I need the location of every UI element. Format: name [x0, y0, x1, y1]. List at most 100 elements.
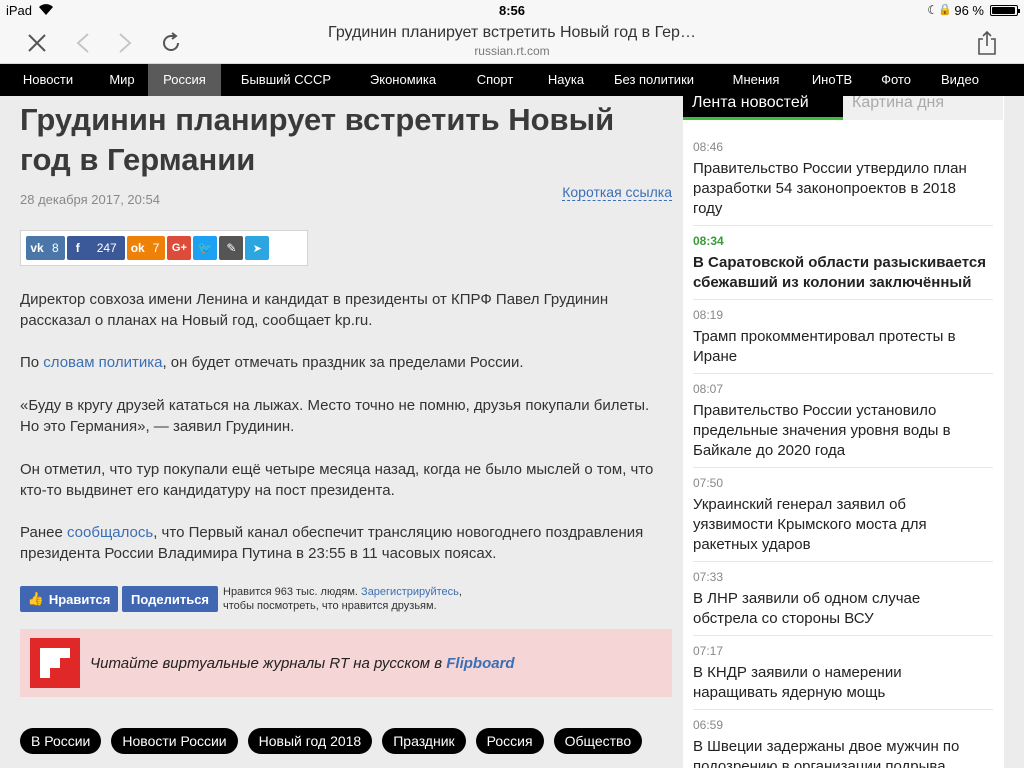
ok-count: 7	[152, 241, 160, 255]
news-title: В Швеции задержаны двое мужчин по подозр…	[693, 738, 960, 768]
menu-item-ussr[interactable]: Бывший СССР	[221, 64, 351, 96]
news-item[interactable]: 08:07 Правительство России установило пр…	[693, 382, 988, 461]
news-title: В ЛНР заявили об одном случае обстрела с…	[693, 590, 921, 627]
share-icon[interactable]	[972, 28, 1002, 58]
news-time: 08:46	[693, 140, 724, 154]
thumbs-up-icon: 👍	[27, 591, 44, 606]
news-sidebar: Лента новостей Картина дня 08:46 Правите…	[683, 95, 1004, 768]
page-host: russian.rt.com	[474, 44, 550, 58]
news-item[interactable]: 07:17 В КНДР заявили о намерении наращив…	[693, 644, 988, 703]
divider	[693, 709, 993, 710]
facebook-like-button[interactable]: 👍 Нравится	[20, 586, 118, 612]
news-item[interactable]: 07:50 Украинский генерал заявил об уязви…	[693, 476, 988, 555]
menu-item-opinions[interactable]: Мнения	[711, 64, 801, 96]
tag[interactable]: Новости России	[111, 728, 238, 754]
short-link[interactable]: Короткая ссылка	[562, 184, 672, 201]
news-item[interactable]: 07:33 В ЛНР заявили об одном случае обст…	[693, 570, 988, 629]
divider	[693, 467, 993, 468]
battery-icon	[990, 5, 1020, 16]
main-menu: Новости Мир Россия Бывший СССР Экономика…	[0, 64, 1024, 96]
tag[interactable]: Общество	[553, 728, 643, 754]
news-title: Правительство России установило предельн…	[693, 402, 951, 459]
flipboard-banner[interactable]: Читайте виртуальные журналы RT на русско…	[20, 629, 672, 697]
news-time: 07:33	[693, 570, 724, 584]
divider	[693, 635, 993, 636]
divider	[693, 373, 993, 374]
telegram-icon: ➤	[252, 242, 263, 255]
reported-link[interactable]: сообщалось	[67, 524, 153, 541]
news-item[interactable]: 08:34 В Саратовской области разыскиваетс…	[693, 234, 988, 293]
flipboard-text: Читайте виртуальные журналы RT на русско…	[90, 655, 515, 672]
moon-icon: ☾	[927, 3, 938, 17]
facebook-share-button[interactable]: Поделиться	[122, 586, 218, 612]
share-facebook-button[interactable]: f 247	[66, 236, 125, 260]
news-time: 08:19	[693, 308, 724, 322]
tag[interactable]: Новый год 2018	[247, 728, 373, 754]
news-title: Украинский генерал заявил об уязвимости …	[693, 496, 927, 553]
tab-picture-of-day[interactable]: Картина дня	[843, 95, 1003, 120]
menu-item-sport[interactable]: Спорт	[455, 64, 535, 96]
menu-item-science[interactable]: Наука	[535, 64, 597, 96]
menu-item-inotv[interactable]: ИноТВ	[801, 64, 863, 96]
text: , он будет отмечать праздник за пределам…	[162, 354, 524, 371]
news-title: Правительство России утвердило план разр…	[693, 160, 967, 217]
browser-toolbar: Грудинин планирует встретить Новый год в…	[0, 20, 1024, 64]
flipboard-logo-icon	[30, 638, 80, 688]
odnoklassniki-icon: ok	[130, 241, 145, 255]
divider	[693, 225, 993, 226]
menu-item-no-politics[interactable]: Без политики	[597, 64, 711, 96]
article-paragraph: Ранее сообщалось, что Первый канал обесп…	[20, 522, 670, 564]
politician-words-link[interactable]: словам политика	[43, 354, 162, 371]
share-buttons: vk 8 f 247 ok 7 G+ 🐦 ✎ ➤	[20, 230, 308, 266]
clock: 8:56	[498, 3, 526, 18]
article-paragraph: Он отметил, что тур покупали ещё четыре …	[20, 461, 654, 499]
news-item[interactable]: 08:19 Трамп прокомментировал протесты в …	[693, 308, 988, 367]
facebook-icon: f	[75, 241, 80, 255]
share-vk-button[interactable]: vk 8	[26, 236, 65, 260]
tag[interactable]: Россия	[475, 728, 544, 754]
vk-count: 8	[52, 241, 59, 255]
menu-item-world[interactable]: Мир	[96, 64, 148, 96]
rotation-lock-icon: 🔒	[938, 4, 952, 16]
page-title: Грудинин планирует встретить Новый год в…	[328, 24, 696, 41]
news-time: 08:34	[693, 234, 724, 248]
menu-item-economy[interactable]: Экономика	[351, 64, 455, 96]
tag[interactable]: Праздник	[382, 728, 466, 754]
news-time: 07:50	[693, 476, 724, 490]
share-telegram-button[interactable]: ➤	[245, 236, 270, 260]
menu-item-russia[interactable]: Россия	[148, 64, 221, 96]
news-title: В КНДР заявили о намерении наращивать яд…	[693, 664, 902, 701]
tab-news-feed[interactable]: Лента новостей	[683, 95, 843, 120]
menu-item-news[interactable]: Новости	[0, 64, 96, 96]
google-plus-icon: G+	[171, 242, 187, 254]
like-label: Нравится	[48, 591, 111, 607]
news-title: Трамп прокомментировал протесты в Иране	[693, 328, 956, 365]
article-paragraph: Директор совхоза имени Ленина и кандидат…	[20, 291, 609, 329]
divider	[693, 561, 993, 562]
news-title: В Саратовской области разыскивается сбеж…	[693, 254, 987, 291]
article-headline: Грудинин планирует встретить Новый год в…	[20, 102, 615, 177]
share-google-plus-button[interactable]: G+	[167, 236, 192, 260]
news-time: 06:59	[693, 718, 724, 732]
flipboard-brand: Flipboard	[446, 655, 515, 672]
status-bar: iPad 8:56 ☾ 🔒 96 %	[0, 0, 1024, 20]
share-twitter-button[interactable]: 🐦	[193, 236, 218, 260]
text: Читайте виртуальные журналы RT на русско…	[90, 655, 447, 672]
menu-item-video[interactable]: Видео	[929, 64, 991, 96]
divider	[693, 299, 993, 300]
news-item[interactable]: 06:59 В Швеции задержаны двое мужчин по …	[693, 718, 988, 768]
news-time: 07:17	[693, 644, 724, 658]
tag[interactable]: В России	[20, 728, 102, 754]
register-link[interactable]: Зарегистрируйтесь	[361, 586, 459, 598]
livejournal-icon: ✎	[226, 241, 237, 255]
share-livejournal-button[interactable]: ✎	[219, 236, 244, 260]
article-paragraph: «Буду в кругу друзей кататься на лыжах. …	[20, 397, 650, 435]
battery-percent: 96 %	[954, 3, 984, 18]
menu-item-photo[interactable]: Фото	[863, 64, 929, 96]
news-time: 08:07	[693, 382, 724, 396]
text: Нравится 963 тыс. людям.	[223, 586, 362, 598]
news-item[interactable]: 08:46 Правительство России утвердило пла…	[693, 140, 988, 219]
text: Ранее	[20, 524, 67, 541]
share-ok-button[interactable]: ok 7	[126, 236, 166, 260]
facebook-count: 247	[96, 241, 117, 255]
